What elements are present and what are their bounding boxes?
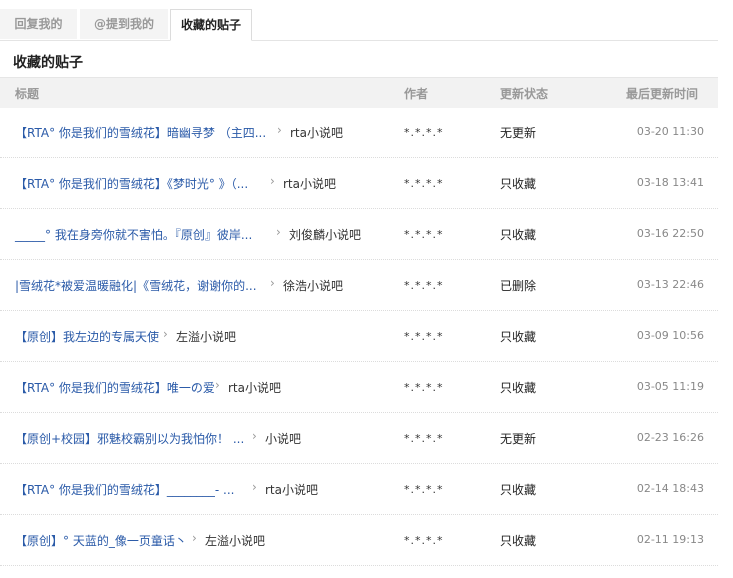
tab-mentions[interactable]: @提到我的 [80, 9, 168, 39]
update-status: 只收藏 [500, 381, 537, 395]
tab-replies[interactable]: 回复我的 [0, 9, 77, 39]
chevron-right-icon: › [252, 429, 257, 443]
update-status: 已删除 [500, 279, 537, 293]
author: *.*.*.* [404, 534, 444, 547]
last-update-time: 02-23 16:26 [636, 431, 704, 444]
chevron-right-icon: › [192, 531, 197, 545]
last-update-time: 02-11 19:13 [636, 533, 704, 546]
favorites-list: 【RTA° 你是我们的雪绒花】暗幽寻梦 （主四... › rta小说吧 *.*.*.*… [0, 107, 718, 566]
last-update-time: 03-16 22:50 [636, 227, 704, 240]
post-title-link[interactable]: 【RTA° 你是我们的雪绒花】暗幽寻梦 （主四... [15, 124, 266, 141]
chevron-right-icon: › [276, 225, 281, 239]
table-header: 标题 作者 更新状态 最后更新时间 [0, 77, 718, 108]
table-row: 【原创】° 天蓝的_像一页童话丶 › 左溢小说吧 *.*.*.* 只收藏 02-11 19… [0, 515, 718, 566]
forum-link[interactable]: 徐浩小说吧 [283, 277, 343, 294]
last-update-time: 03-09 10:56 [636, 329, 704, 342]
forum-link[interactable]: 小说吧 [265, 430, 301, 447]
author: *.*.*.* [404, 381, 444, 394]
post-title-link[interactable]: |雪绒花*被爱温暖融化|《雪绒花，谢谢你的... [15, 277, 257, 294]
author: *.*.*.* [404, 228, 444, 241]
update-status: 只收藏 [500, 483, 537, 497]
post-title-link[interactable]: 【原创】° 天蓝的_像一页童话丶 [15, 532, 187, 549]
column-author: 作者 [404, 87, 429, 101]
update-status: 无更新 [500, 432, 537, 446]
last-update-time: 03-20 11:30 [636, 125, 704, 138]
post-title-link[interactable]: _____° 我在身旁你就不害怕。『原创』彼岸... [15, 226, 252, 243]
chevron-right-icon: › [163, 327, 168, 341]
table-row: 【原创+校园】邪魅校霸别以为我怕你！ ... › 小说吧 *.*.*.* 无更新 02-2… [0, 413, 718, 464]
column-time: 最后更新时间 [626, 87, 699, 101]
forum-link[interactable]: 左溢小说吧 [205, 532, 265, 549]
post-title-link[interactable]: 【RTA° 你是我们的雪绒花】________- ... [15, 481, 234, 498]
table-row: 【RTA° 你是我们的雪绒花】唯一の爱 › rta小说吧 *.*.*.* 只收藏 03-0… [0, 362, 718, 413]
post-title-link[interactable]: 【RTA° 你是我们的雪绒花】唯一の爱 [15, 379, 215, 396]
forum-link[interactable]: rta小说吧 [283, 175, 336, 192]
section-title: 收藏的贴子 [13, 55, 83, 71]
chevron-right-icon: › [270, 276, 275, 290]
post-title-link[interactable]: 【原创】我左边的专属天使 [15, 328, 159, 345]
table-row: 【原创】我左边的专属天使 › 左溢小说吧 *.*.*.* 只收藏 03-09 10:56 [0, 311, 718, 362]
column-title: 标题 [15, 87, 40, 101]
table-row: 【RTA° 你是我们的雪绒花】《梦时光° 》（... › rta小说吧 *.*.*.*… [0, 158, 718, 209]
update-status: 只收藏 [500, 534, 537, 548]
table-row: |雪绒花*被爱温暖融化|《雪绒花，谢谢你的... › 徐浩小说吧 *.*.*.* 已删除… [0, 260, 718, 311]
table-row: 【RTA° 你是我们的雪绒花】暗幽寻梦 （主四... › rta小说吧 *.*.*.*… [0, 107, 718, 158]
last-update-time: 03-05 11:19 [636, 380, 704, 393]
chevron-right-icon: › [252, 480, 257, 494]
column-status: 更新状态 [500, 87, 549, 101]
author: *.*.*.* [404, 177, 444, 190]
tab-favorites[interactable]: 收藏的贴子 [170, 9, 252, 41]
forum-link[interactable]: rta小说吧 [265, 481, 318, 498]
author: *.*.*.* [404, 483, 444, 496]
update-status: 无更新 [500, 126, 537, 140]
post-title-link[interactable]: 【原创+校园】邪魅校霸别以为我怕你！ ... [15, 430, 244, 447]
update-status: 只收藏 [500, 228, 537, 242]
update-status: 只收藏 [500, 330, 537, 344]
last-update-time: 03-13 22:46 [636, 278, 704, 291]
last-update-time: 03-18 13:41 [636, 176, 704, 189]
update-status: 只收藏 [500, 177, 537, 191]
forum-link[interactable]: rta小说吧 [228, 379, 281, 396]
last-update-time: 02-14 18:43 [636, 482, 704, 495]
chevron-right-icon: › [270, 174, 275, 188]
forum-link[interactable]: rta小说吧 [290, 124, 343, 141]
author: *.*.*.* [404, 330, 444, 343]
table-row: 【RTA° 你是我们的雪绒花】________- ... › rta小说吧 *.*.*… [0, 464, 718, 515]
author: *.*.*.* [404, 279, 444, 292]
chevron-right-icon: › [215, 378, 220, 392]
forum-link[interactable]: 刘俊麟小说吧 [289, 226, 361, 243]
author: *.*.*.* [404, 126, 444, 139]
forum-link[interactable]: 左溢小说吧 [176, 328, 236, 345]
author: *.*.*.* [404, 432, 444, 445]
table-row: _____° 我在身旁你就不害怕。『原创』彼岸... › 刘俊麟小说吧 *.*.*.*… [0, 209, 718, 260]
post-title-link[interactable]: 【RTA° 你是我们的雪绒花】《梦时光° 》（... [15, 175, 248, 192]
chevron-right-icon: › [277, 123, 282, 137]
tab-bar: 回复我的 @提到我的 收藏的贴子 [0, 0, 718, 41]
